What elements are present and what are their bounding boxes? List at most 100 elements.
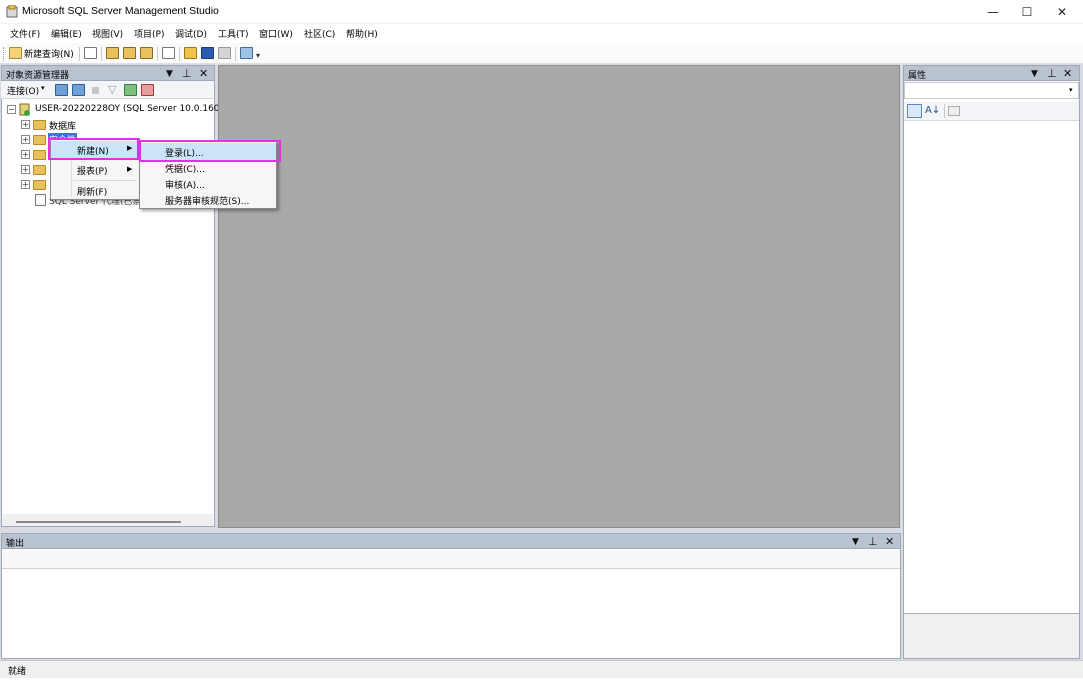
document-area	[218, 65, 900, 528]
property-pages-icon[interactable]	[948, 106, 960, 116]
menu-project[interactable]: 项目(P)	[134, 27, 164, 40]
server-icon	[19, 103, 31, 116]
save-all-icon[interactable]	[218, 47, 231, 59]
maximize-button[interactable]: ☐	[1010, 0, 1044, 24]
refresh-icon[interactable]	[124, 84, 137, 96]
tree-node-databases[interactable]: 数据库	[49, 119, 76, 132]
context-menu-label: 报表(P)	[77, 167, 108, 177]
analysis-query-icon[interactable]	[123, 47, 136, 59]
menu-community[interactable]: 社区(C)	[304, 27, 335, 40]
highlight-box	[48, 138, 139, 160]
object-selector-dropdown[interactable]: ▾	[904, 82, 1079, 99]
context-menu-label: 刷新(F)	[77, 188, 108, 198]
toolbar-separator	[157, 47, 158, 61]
tree-expand-icon[interactable]: +	[21, 180, 30, 189]
submenu-item-server-audit-spec[interactable]: 服务器审核规范(S)...	[140, 192, 276, 208]
pin-icon[interactable]: ⊥	[182, 67, 192, 81]
properties-panel	[903, 65, 1080, 659]
menu-tools[interactable]: 工具(T)	[218, 27, 249, 40]
tree-expand-icon[interactable]: +	[21, 135, 30, 144]
object-explorer-toolbar: 连接(O) ▾ ▽	[1, 81, 214, 99]
toolbar-separator	[944, 104, 945, 118]
open-folder-icon[interactable]	[184, 47, 197, 59]
toolbar-separator	[101, 47, 102, 61]
filter-icon[interactable]: ▽	[108, 84, 116, 96]
tree-expand-icon[interactable]: +	[21, 150, 30, 159]
menu-help[interactable]: 帮助(H)	[346, 27, 378, 40]
folder-icon	[33, 150, 46, 160]
ssms-app-icon	[6, 4, 18, 18]
submenu-item-audit[interactable]: 审核(A)...	[140, 176, 276, 192]
context-menu-item-reports[interactable]: 报表(P) ▶	[51, 162, 139, 179]
folder-icon	[33, 180, 46, 190]
save-icon[interactable]	[201, 47, 214, 59]
connect-button[interactable]: 连接(O)	[7, 84, 39, 97]
horizontal-scrollbar[interactable]	[2, 514, 213, 526]
tree-expand-icon[interactable]: +	[21, 120, 30, 129]
toolbar-grip[interactable]	[3, 47, 5, 61]
dropdown-icon[interactable]: ▼	[166, 67, 173, 81]
menu-bar: 文件(F) 编辑(E) 视图(V) 项目(P) 调试(D) 工具(T) 窗口(W…	[0, 24, 1083, 43]
toolbar-overflow-icon[interactable]: ▾	[256, 51, 260, 60]
new-file-icon[interactable]	[84, 47, 97, 59]
new-query-button[interactable]: 新建查询(N)	[24, 47, 74, 60]
database-engine-query-icon[interactable]	[106, 47, 119, 59]
dropdown-icon[interactable]: ▼	[852, 535, 859, 549]
disconnect-icon[interactable]	[72, 84, 85, 96]
sql-agent-icon	[35, 194, 46, 206]
properties-toolbar: A↓	[904, 101, 1079, 121]
context-menu-item-refresh[interactable]: 刷新(F)	[51, 183, 139, 200]
menu-debug[interactable]: 调试(D)	[175, 27, 207, 40]
toolbar-separator	[179, 47, 180, 61]
connect-dropdown-icon[interactable]: ▾	[41, 84, 45, 92]
stop-icon[interactable]	[92, 87, 99, 94]
pin-icon[interactable]: ⊥	[1047, 67, 1057, 81]
object-explorer-header: 对象资源管理器 ▼ ⊥ ✕	[1, 65, 215, 81]
properties-header: 属性 ▼ ⊥ ✕	[903, 65, 1080, 81]
close-icon[interactable]: ✕	[199, 67, 208, 81]
dropdown-icon[interactable]: ▼	[1031, 67, 1038, 81]
activity-monitor-icon[interactable]	[240, 47, 253, 59]
property-description-area	[904, 613, 1079, 658]
chevron-down-icon[interactable]: ▾	[1069, 86, 1073, 94]
submenu-arrow-icon: ▶	[127, 165, 133, 173]
submenu-label: 服务器审核规范(S)...	[165, 197, 250, 207]
xmla-query-icon[interactable]	[140, 47, 153, 59]
toolbar-separator	[79, 47, 80, 61]
object-explorer-title: 对象资源管理器	[6, 71, 70, 81]
minimize-button[interactable]: —	[976, 0, 1010, 24]
toolbar-separator	[235, 47, 236, 61]
tree-server-node[interactable]: USER-20220228OY (SQL Server 10.0.1600	[35, 104, 225, 114]
categorized-icon[interactable]	[907, 104, 922, 118]
connect-object-explorer-icon[interactable]	[55, 84, 68, 96]
alphabetical-icon[interactable]: A↓	[925, 104, 940, 117]
menu-window[interactable]: 窗口(W)	[259, 27, 293, 40]
submenu-label: 审核(A)...	[165, 181, 205, 191]
tree-expand-icon[interactable]: +	[21, 165, 30, 174]
output-toolbar	[2, 550, 900, 569]
submenu-label: 凭据(C)...	[165, 165, 205, 175]
tree-collapse-icon[interactable]: −	[7, 105, 16, 114]
properties-title: 属性	[908, 71, 927, 81]
folder-icon	[33, 135, 46, 145]
close-icon[interactable]: ✕	[1063, 67, 1072, 81]
output-header: 输出 ▼ ⊥ ✕	[1, 533, 901, 549]
menu-edit[interactable]: 编辑(E)	[51, 27, 82, 40]
close-button[interactable]: ✕	[1045, 0, 1079, 24]
title-bar: Microsoft SQL Server Management Studio —…	[0, 0, 1083, 24]
summary-icon[interactable]	[141, 84, 154, 96]
submenu-item-credential[interactable]: 凭据(C)...	[140, 160, 276, 176]
close-icon[interactable]: ✕	[885, 535, 894, 549]
folder-icon	[33, 165, 46, 175]
output-title: 输出	[6, 539, 25, 549]
window-title: Microsoft SQL Server Management Studio	[22, 5, 219, 17]
menu-file[interactable]: 文件(F)	[10, 27, 40, 40]
sqlce-query-icon[interactable]	[162, 47, 175, 59]
menu-separator	[73, 180, 137, 181]
highlight-box	[139, 140, 281, 162]
scrollbar-thumb[interactable]	[16, 521, 181, 523]
status-text: 就绪	[8, 667, 27, 677]
menu-view[interactable]: 视图(V)	[92, 27, 123, 40]
status-bar: 就绪	[0, 660, 1083, 678]
pin-icon[interactable]: ⊥	[868, 535, 878, 549]
